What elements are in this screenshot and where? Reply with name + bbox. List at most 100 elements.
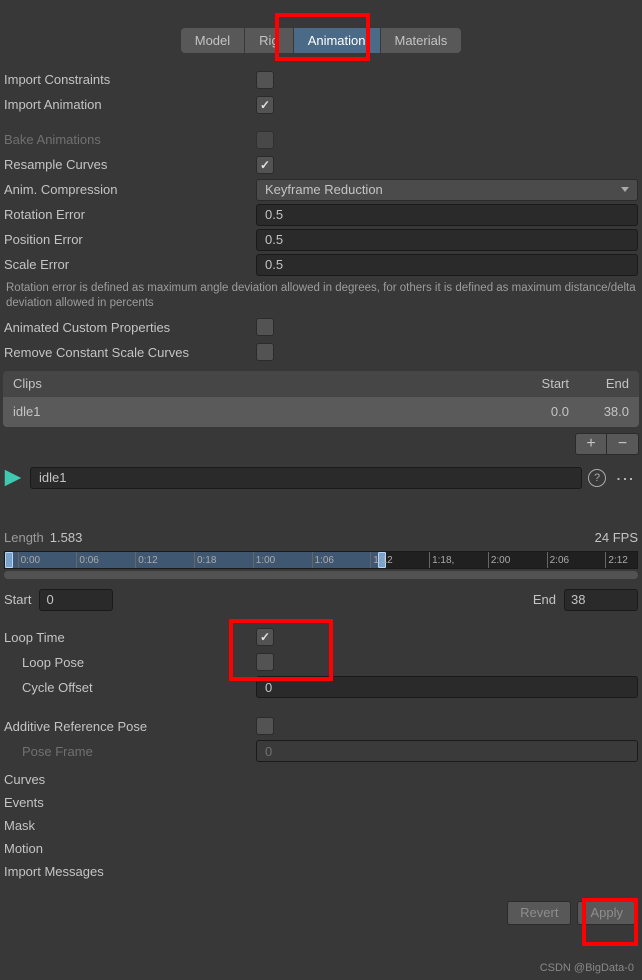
checkbox-remove-constant-scale-curves[interactable] bbox=[256, 343, 274, 361]
row-rotation-error: Rotation Error 0.5 bbox=[0, 202, 642, 227]
timeline-tick: 0:18 bbox=[194, 552, 216, 568]
clips-header-start: Start bbox=[509, 376, 569, 391]
length-row: Length 1.583 24 FPS bbox=[0, 527, 642, 549]
tab-materials[interactable]: Materials bbox=[381, 28, 462, 53]
row-anim-compression: Anim. Compression Keyframe Reduction bbox=[0, 177, 642, 202]
row-scale-error: Scale Error 0.5 bbox=[0, 252, 642, 277]
checkbox-loop-pose[interactable] bbox=[256, 653, 274, 671]
timeline-tick: 0:06 bbox=[76, 552, 98, 568]
field-pose-frame: 0 bbox=[256, 740, 638, 762]
tab-model[interactable]: Model bbox=[181, 28, 245, 53]
timeline-tick: 2:00 bbox=[488, 552, 510, 568]
clips-header: Clips Start End bbox=[3, 371, 639, 397]
clip-row[interactable]: idle1 0.0 38.0 bbox=[3, 397, 639, 427]
clip-row-name: idle1 bbox=[13, 404, 509, 419]
scrub-bar[interactable] bbox=[4, 571, 638, 579]
label-animated-custom-properties: Animated Custom Properties bbox=[4, 320, 256, 335]
start-label: Start bbox=[4, 592, 31, 607]
clips-header-end: End bbox=[569, 376, 629, 391]
timeline-tick: 1:06 bbox=[312, 552, 334, 568]
row-pose-frame: Pose Frame 0 bbox=[0, 739, 642, 764]
label-rotation-error: Rotation Error bbox=[4, 207, 256, 222]
field-rotation-error[interactable]: 0.5 bbox=[256, 204, 638, 226]
foldout-mask[interactable]: Mask bbox=[4, 814, 638, 837]
timeline-tick: 1:12 bbox=[370, 552, 392, 568]
foldout-events[interactable]: Events bbox=[4, 791, 638, 814]
end-field[interactable]: 38 bbox=[564, 589, 638, 611]
checkbox-bake-animations bbox=[256, 131, 274, 149]
label-import-animation: Import Animation bbox=[4, 97, 256, 112]
end-label: End bbox=[533, 592, 556, 607]
label-loop-pose: Loop Pose bbox=[4, 655, 256, 670]
row-remove-constant-scale-curves: Remove Constant Scale Curves bbox=[0, 340, 642, 365]
timeline[interactable]: 0:00 0:06 0:12 0:18 1:00 1:06 1:12 1:18, 2:00 2:0… bbox=[4, 551, 638, 569]
apply-button[interactable]: Apply bbox=[577, 901, 636, 925]
fps-label: 24 FPS bbox=[595, 530, 638, 545]
dropdown-anim-compression-value: Keyframe Reduction bbox=[265, 182, 383, 197]
length-label: Length bbox=[4, 530, 44, 545]
label-bake-animations: Bake Animations bbox=[4, 132, 256, 147]
animation-clip-icon bbox=[2, 467, 24, 489]
tab-animation[interactable]: Animation bbox=[294, 28, 381, 53]
checkbox-import-constraints[interactable] bbox=[256, 71, 274, 89]
row-additive-reference-pose: Additive Reference Pose bbox=[0, 714, 642, 739]
checkbox-additive-reference-pose[interactable] bbox=[256, 717, 274, 735]
row-loop-pose: Loop Pose bbox=[0, 650, 642, 675]
label-import-constraints: Import Constraints bbox=[4, 72, 256, 87]
row-loop-time: Loop Time bbox=[0, 625, 642, 650]
start-end-row: Start 0 End 38 bbox=[0, 585, 642, 625]
foldout-import-messages[interactable]: Import Messages bbox=[4, 860, 638, 883]
label-cycle-offset: Cycle Offset bbox=[4, 680, 256, 695]
label-resample-curves: Resample Curves bbox=[4, 157, 256, 172]
bottom-buttons: Revert Apply bbox=[0, 883, 642, 925]
clip-name-field[interactable]: idle1 bbox=[30, 467, 582, 489]
timeline-tick: 2:12 bbox=[605, 552, 627, 568]
field-cycle-offset[interactable]: 0 bbox=[256, 676, 638, 698]
tab-rig[interactable]: Rig bbox=[245, 28, 294, 53]
row-resample-curves: Resample Curves bbox=[0, 152, 642, 177]
label-scale-error: Scale Error bbox=[4, 257, 256, 272]
row-cycle-offset: Cycle Offset 0 bbox=[0, 675, 642, 700]
timeline-tick: 1:18, bbox=[429, 552, 454, 568]
row-import-constraints: Import Constraints bbox=[0, 67, 642, 92]
row-position-error: Position Error 0.5 bbox=[0, 227, 642, 252]
label-anim-compression: Anim. Compression bbox=[4, 182, 256, 197]
foldout-motion[interactable]: Motion bbox=[4, 837, 638, 860]
importer-tabs: Model Rig Animation Materials bbox=[0, 0, 642, 67]
field-scale-error[interactable]: 0.5 bbox=[256, 254, 638, 276]
help-text-errors: Rotation error is defined as maximum ang… bbox=[0, 277, 642, 315]
timeline-start-handle[interactable] bbox=[5, 552, 13, 568]
foldout-curves[interactable]: Curves bbox=[4, 768, 638, 791]
timeline-tick: 2:06 bbox=[547, 552, 569, 568]
remove-clip-button[interactable]: − bbox=[607, 433, 639, 455]
row-bake-animations: Bake Animations bbox=[0, 127, 642, 152]
field-position-error[interactable]: 0.5 bbox=[256, 229, 638, 251]
chevron-down-icon bbox=[621, 187, 629, 192]
timeline-tick: 1:00 bbox=[253, 552, 275, 568]
help-icon[interactable]: ? bbox=[588, 469, 606, 487]
length-value: 1.583 bbox=[50, 530, 83, 545]
checkbox-loop-time[interactable] bbox=[256, 628, 274, 646]
label-additive-reference-pose: Additive Reference Pose bbox=[4, 719, 256, 734]
revert-button[interactable]: Revert bbox=[507, 901, 571, 925]
checkbox-import-animation[interactable] bbox=[256, 96, 274, 114]
clip-name-row: idle1 ? ⋮ bbox=[0, 465, 642, 491]
clip-row-start: 0.0 bbox=[509, 404, 569, 419]
timeline-tick: 0:00 bbox=[18, 552, 40, 568]
label-pose-frame: Pose Frame bbox=[4, 744, 256, 759]
clips-header-name: Clips bbox=[13, 376, 509, 391]
clip-row-end: 38.0 bbox=[569, 404, 629, 419]
start-field[interactable]: 0 bbox=[39, 589, 113, 611]
dropdown-anim-compression[interactable]: Keyframe Reduction bbox=[256, 179, 638, 201]
add-clip-button[interactable]: + bbox=[575, 433, 607, 455]
row-import-animation: Import Animation bbox=[0, 92, 642, 117]
clip-buttons: + − bbox=[0, 427, 642, 465]
label-remove-constant-scale-curves: Remove Constant Scale Curves bbox=[4, 345, 256, 360]
checkbox-animated-custom-properties[interactable] bbox=[256, 318, 274, 336]
checkbox-resample-curves[interactable] bbox=[256, 156, 274, 174]
watermark: CSDN @BigData-0 bbox=[540, 962, 634, 974]
label-position-error: Position Error bbox=[4, 232, 256, 247]
more-options-icon[interactable]: ⋮ bbox=[612, 470, 638, 486]
timeline-tick: 0:12 bbox=[135, 552, 157, 568]
foldout-list: Curves Events Mask Motion Import Message… bbox=[0, 764, 642, 883]
